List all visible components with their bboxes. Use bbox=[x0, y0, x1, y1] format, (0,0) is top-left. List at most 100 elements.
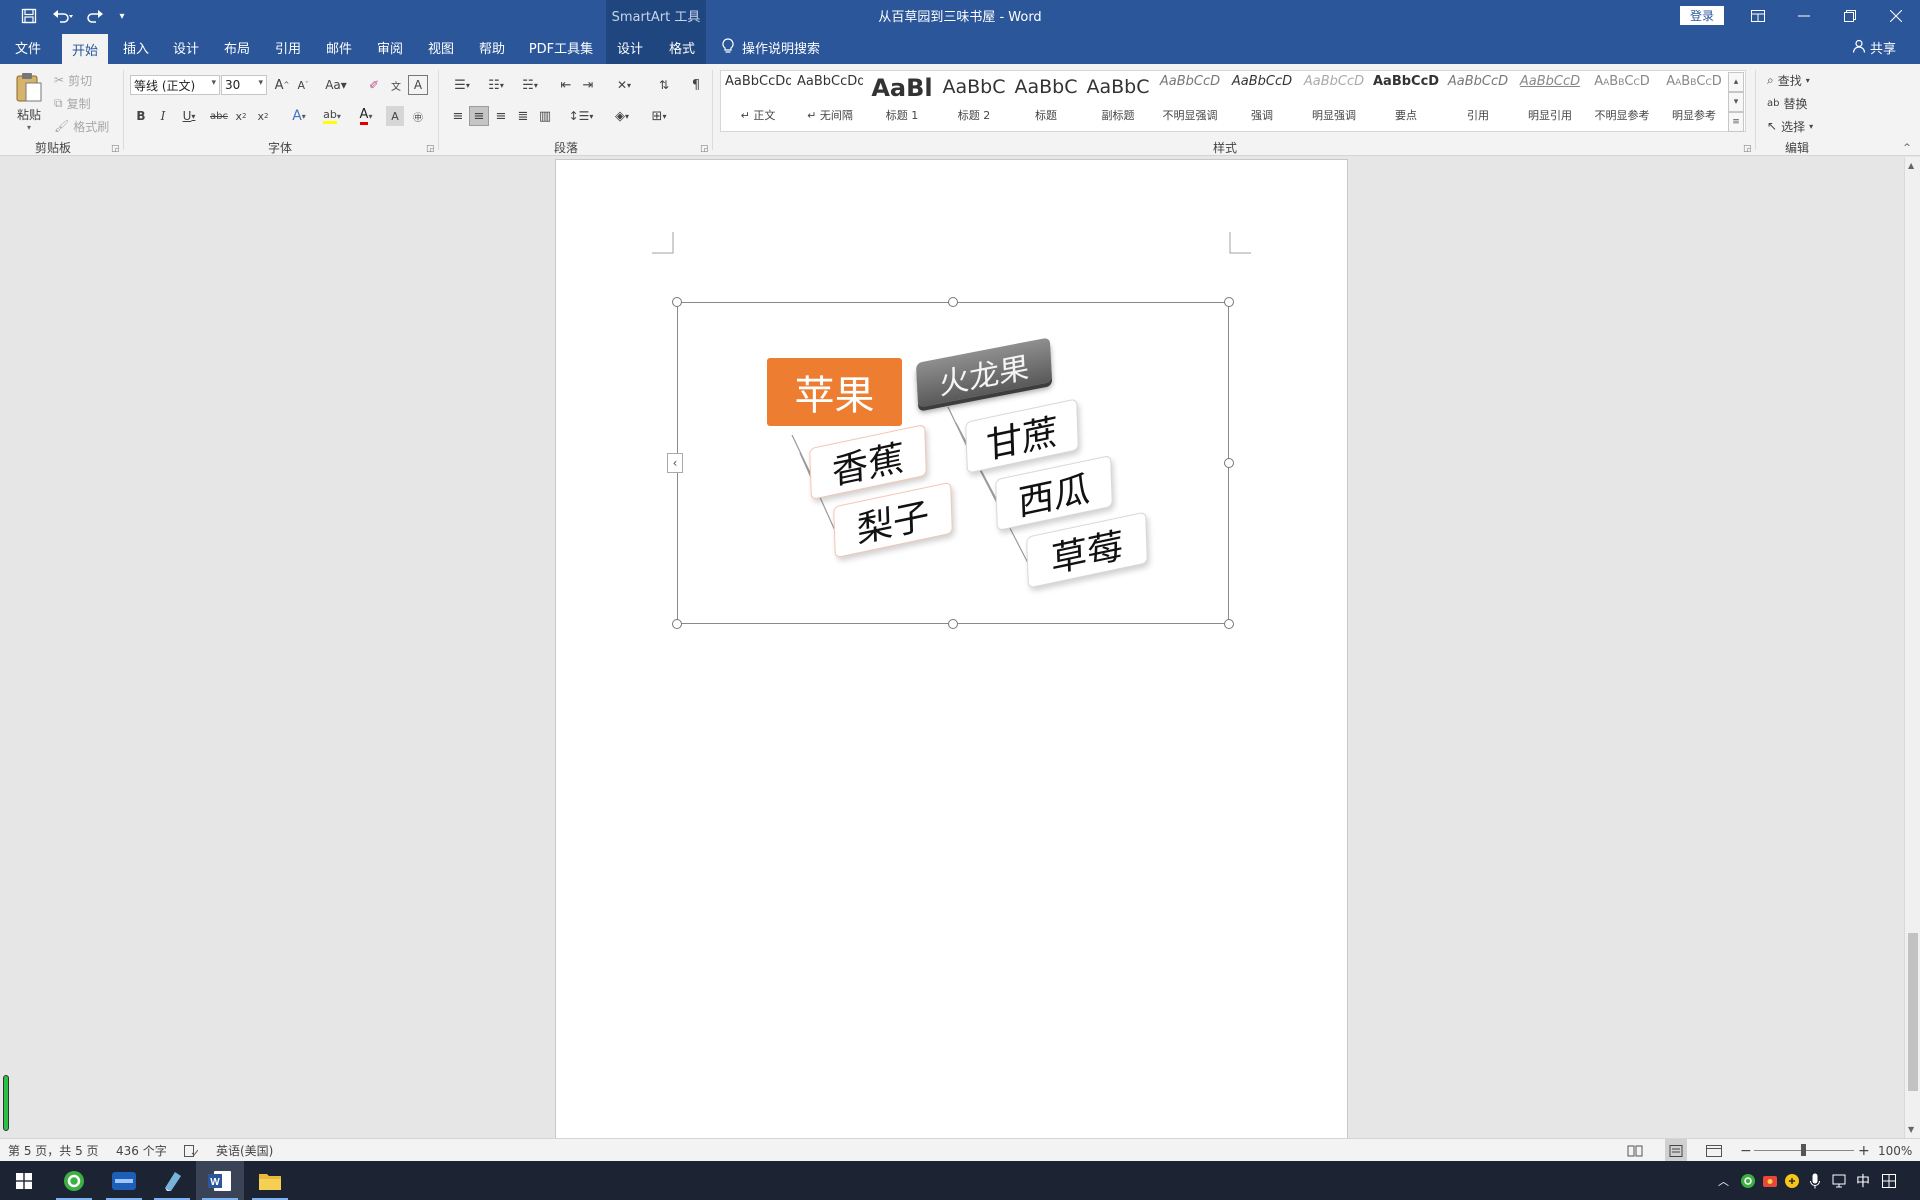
font-name-combo[interactable]: 等线 (正文) ▾ bbox=[130, 75, 220, 95]
word-count[interactable]: 436 个字 bbox=[116, 1139, 167, 1162]
notes-app-icon[interactable] bbox=[148, 1161, 196, 1200]
phonetic-guide-icon[interactable]: 文 bbox=[386, 75, 406, 95]
close-icon[interactable] bbox=[1873, 0, 1919, 31]
minimize-icon[interactable] bbox=[1781, 0, 1827, 31]
windows-start-icon[interactable] bbox=[0, 1161, 48, 1200]
font-color-icon[interactable]: A ▾ bbox=[352, 106, 380, 126]
undo-icon[interactable] bbox=[48, 4, 78, 28]
scroll-down-icon[interactable]: ▼ bbox=[1908, 1125, 1914, 1134]
style-intense-emphasis[interactable]: AaBbCcD 明显强调 bbox=[1299, 70, 1369, 126]
tab-file[interactable]: 文件 bbox=[4, 31, 52, 64]
tell-me-search[interactable]: 操作说明搜索 bbox=[722, 31, 820, 64]
bold-icon[interactable]: B bbox=[132, 106, 150, 126]
increase-indent-icon[interactable]: ⇥ bbox=[578, 75, 598, 95]
tray-overflow-icon[interactable]: ︿ bbox=[1718, 1161, 1729, 1200]
style-intense-quote[interactable]: AaBbCcD 明显引用 bbox=[1515, 70, 1585, 126]
shrink-font-icon[interactable]: Aˇ bbox=[294, 75, 312, 95]
show-marks-icon[interactable]: ¶ bbox=[686, 75, 706, 95]
tab-smartart-design[interactable]: 设计 bbox=[608, 31, 652, 64]
font-dialog-launcher-icon[interactable]: ◲ bbox=[426, 144, 435, 154]
web-layout-icon[interactable] bbox=[1706, 1139, 1722, 1162]
replace-button[interactable]: ab 替换 bbox=[1767, 93, 1808, 113]
style-normal[interactable]: AaBbCcDd ↵ 正文 bbox=[723, 70, 793, 126]
tab-help[interactable]: 帮助 bbox=[470, 31, 514, 64]
tab-references[interactable]: 引用 bbox=[266, 31, 310, 64]
borders-icon[interactable]: ⊞ ▾ bbox=[644, 106, 674, 126]
decrease-indent-icon[interactable]: ⇤ bbox=[556, 75, 576, 95]
scroll-up-icon[interactable]: ▲ bbox=[1908, 161, 1914, 170]
strikethrough-icon[interactable]: abc bbox=[208, 106, 230, 126]
highlight-icon[interactable]: ab ▾ bbox=[318, 106, 346, 126]
enclose-characters-icon[interactable]: ㊥ bbox=[408, 106, 428, 126]
numbering-icon[interactable]: ☷ ▾ bbox=[482, 75, 510, 95]
superscript-icon[interactable]: x2 bbox=[254, 106, 272, 126]
tab-pdf-tools[interactable]: PDF工具集 bbox=[524, 31, 598, 64]
shading-icon[interactable]: ◈ ▾ bbox=[606, 106, 638, 126]
cut-button[interactable]: ✂ 剪切 bbox=[54, 70, 92, 90]
microphone-icon[interactable] bbox=[1810, 1161, 1820, 1200]
style-intense-reference[interactable]: AaBbCcD 明显参考 bbox=[1659, 70, 1729, 126]
tab-layout[interactable]: 布局 bbox=[215, 31, 259, 64]
print-layout-icon[interactable] bbox=[1665, 1139, 1687, 1162]
style-no-spacing[interactable]: AaBbCcDd ↵ 无间隔 bbox=[795, 70, 865, 126]
clipboard-dialog-launcher-icon[interactable]: ◲ bbox=[111, 144, 120, 154]
grow-font-icon[interactable]: A ^ bbox=[273, 75, 291, 95]
resize-handle-bottom-left[interactable] bbox=[672, 619, 682, 629]
select-button[interactable]: ↖ 选择 ▾ bbox=[1767, 116, 1813, 136]
align-center-icon[interactable]: ≡ bbox=[469, 106, 489, 126]
format-painter-button[interactable]: 🖌 格式刷 bbox=[54, 116, 109, 136]
zoom-in-icon[interactable]: + bbox=[1858, 1139, 1870, 1162]
share-button[interactable]: 共享 bbox=[1852, 31, 1896, 64]
browser-app-icon[interactable] bbox=[50, 1161, 98, 1200]
style-subtitle[interactable]: AaBbC 副标题 bbox=[1083, 70, 1153, 126]
tab-review[interactable]: 审阅 bbox=[368, 31, 412, 64]
style-heading-2[interactable]: AaBbC 标题 2 bbox=[939, 70, 1009, 126]
scrollbar-thumb[interactable] bbox=[1908, 933, 1918, 1091]
tab-home[interactable]: 开始 bbox=[62, 34, 108, 64]
input-method-indicator[interactable]: 中 bbox=[1856, 1161, 1870, 1200]
tab-view[interactable]: 视图 bbox=[419, 31, 463, 64]
zoom-out-icon[interactable]: − bbox=[1740, 1139, 1752, 1162]
customize-qat-icon[interactable]: ▾ bbox=[114, 4, 130, 28]
character-border-icon[interactable]: A bbox=[408, 75, 428, 95]
resize-handle-right[interactable] bbox=[1224, 458, 1234, 468]
tab-insert[interactable]: 插入 bbox=[114, 31, 158, 64]
sort-icon[interactable]: ⇅ bbox=[654, 75, 674, 95]
meeting-app-icon[interactable] bbox=[100, 1161, 148, 1200]
multilevel-list-icon[interactable]: ☵ ▾ bbox=[516, 75, 544, 95]
vertical-scrollbar[interactable]: ▲ ▼ bbox=[1904, 157, 1920, 1138]
tray-app-green-icon[interactable] bbox=[1740, 1161, 1756, 1200]
paste-button[interactable]: 粘贴 ▾ bbox=[12, 70, 46, 132]
line-spacing-icon[interactable]: ↕☰ ▾ bbox=[566, 106, 596, 126]
style-strong[interactable]: AaBbCcD 要点 bbox=[1371, 70, 1441, 126]
bullets-icon[interactable]: ☰ ▾ bbox=[448, 75, 476, 95]
clear-formatting-icon[interactable]: ✐ bbox=[364, 75, 384, 95]
proofing-icon[interactable] bbox=[184, 1139, 198, 1162]
zoom-slider[interactable] bbox=[1754, 1139, 1854, 1162]
login-button[interactable]: 登录 bbox=[1680, 6, 1724, 25]
restore-icon[interactable] bbox=[1827, 0, 1873, 31]
paragraph-dialog-launcher-icon[interactable]: ◲ bbox=[700, 144, 709, 154]
align-left-icon[interactable]: ≡ bbox=[448, 106, 468, 126]
network-icon[interactable] bbox=[1832, 1161, 1848, 1200]
style-subtle-emphasis[interactable]: AaBbCcD 不明显强调 bbox=[1155, 70, 1225, 126]
italic-icon[interactable]: I bbox=[154, 106, 172, 126]
tray-app-yellow-icon[interactable] bbox=[1784, 1161, 1800, 1200]
gallery-scroll-down-icon[interactable]: ▾ bbox=[1728, 92, 1744, 112]
style-emphasis[interactable]: AaBbCcD 强调 bbox=[1227, 70, 1297, 126]
zoom-level[interactable]: 100% bbox=[1878, 1139, 1912, 1162]
tab-design[interactable]: 设计 bbox=[164, 31, 208, 64]
resize-handle-bottom-right[interactable] bbox=[1224, 619, 1234, 629]
distributed-icon[interactable]: ▥ bbox=[535, 106, 555, 126]
tab-mailings[interactable]: 邮件 bbox=[317, 31, 361, 64]
save-icon[interactable] bbox=[16, 4, 42, 28]
justify-icon[interactable]: ≣ bbox=[513, 106, 533, 126]
resize-handle-top-right[interactable] bbox=[1224, 297, 1234, 307]
tray-app-red-icon[interactable] bbox=[1762, 1161, 1778, 1200]
resize-handle-top-left[interactable] bbox=[672, 297, 682, 307]
font-size-combo[interactable]: 30 ▾ bbox=[221, 75, 267, 95]
zoom-slider-thumb[interactable] bbox=[1801, 1144, 1806, 1156]
style-heading-1[interactable]: AaBl 标题 1 bbox=[867, 70, 937, 126]
change-case-icon[interactable]: Aa▾ bbox=[322, 75, 350, 95]
underline-icon[interactable]: U ▾ bbox=[176, 106, 202, 126]
